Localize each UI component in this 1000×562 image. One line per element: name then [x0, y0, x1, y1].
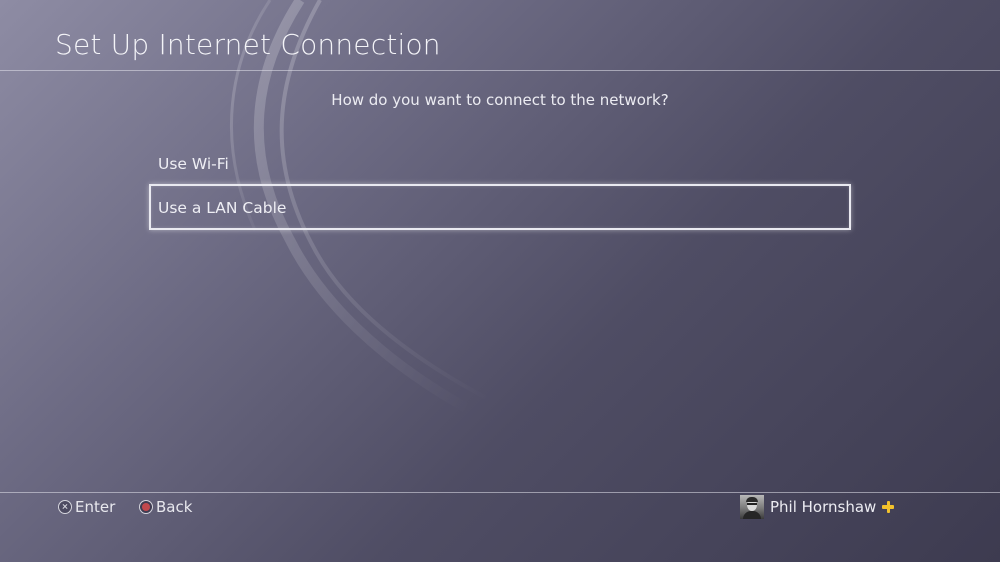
back-hint[interactable]: Back [139, 496, 192, 518]
enter-hint[interactable]: Enter [58, 496, 115, 518]
user-profile[interactable]: Phil Hornshaw [740, 494, 895, 520]
circle-button-icon [139, 500, 153, 514]
footer-divider [0, 492, 1000, 493]
cross-button-icon [58, 500, 72, 514]
enter-label: Enter [75, 498, 116, 516]
option-use-wifi[interactable]: Use Wi-Fi [149, 140, 851, 186]
back-label: Back [156, 498, 193, 516]
connection-prompt: How do you want to connect to the networ… [331, 91, 669, 109]
avatar [740, 495, 764, 519]
username: Phil Hornshaw [770, 498, 877, 516]
ps4-network-setup-screen: Set Up Internet Connection How do you wa… [0, 0, 1000, 562]
background-wave-graphic [230, 0, 491, 415]
page-title: Set Up Internet Connection [55, 28, 441, 61]
playstation-plus-icon [882, 501, 895, 513]
header-divider [0, 70, 1000, 71]
option-use-lan-cable[interactable]: Use a LAN Cable [149, 184, 851, 230]
